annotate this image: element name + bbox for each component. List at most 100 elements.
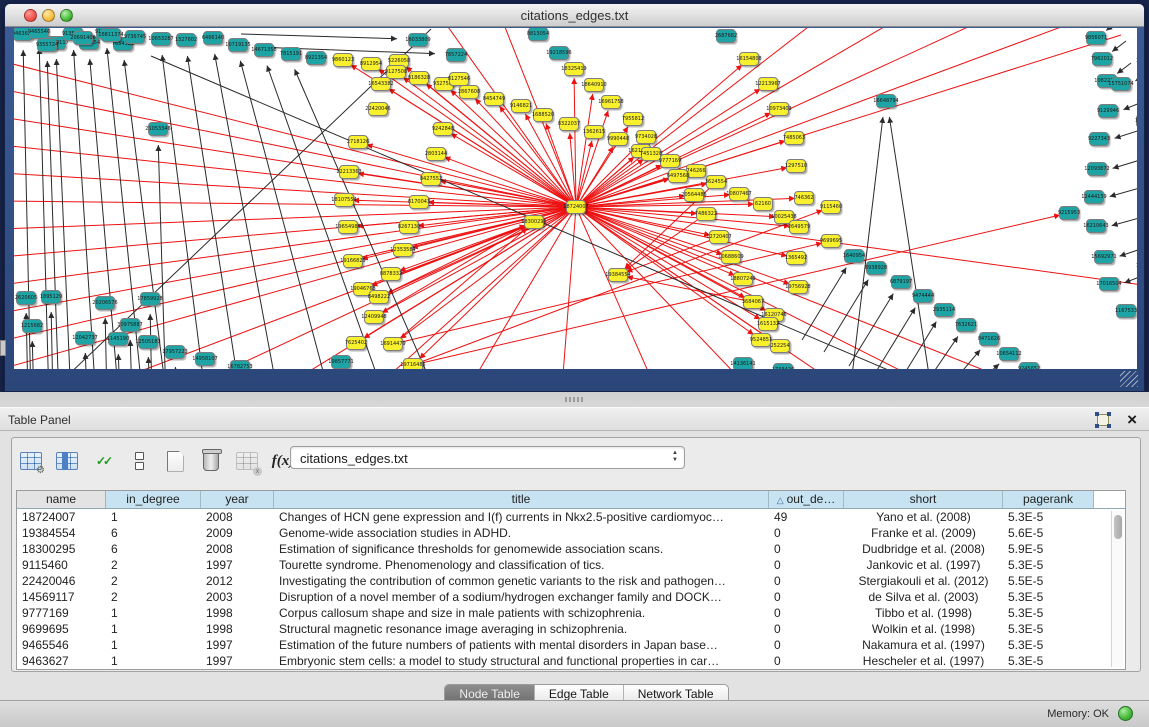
graph-node[interactable]: 9146821 [511,99,531,113]
graph-node[interactable]: 7815191 [281,47,301,61]
graph-node[interactable]: 18325419 [564,62,584,76]
graph-node[interactable]: 7632621 [956,318,976,332]
graph-node[interactable]: 1327602 [176,33,196,47]
graph-node[interactable]: 9215953 [1059,206,1079,220]
graph-node[interactable]: 8127546 [449,72,469,86]
graph-node[interactable]: 14136141 [733,357,753,369]
graph-node[interactable]: 10973403 [769,102,789,116]
graph-node[interactable]: 9860123 [333,53,353,67]
new-column-icon[interactable] [162,448,188,474]
column-header-pagerank[interactable]: pagerank [1003,491,1094,508]
column-header-year[interactable]: year [201,491,274,508]
graph-node[interactable]: 12353584 [393,243,413,257]
table-vertical-scrollbar[interactable] [1111,511,1123,667]
graph-node[interactable]: 16961758 [601,95,621,109]
window-resize-grip[interactable] [1120,371,1138,387]
graph-node[interactable]: 8170043 [409,195,429,209]
graph-node[interactable]: 19166829 [343,254,363,268]
graph-node[interactable]: 746362 [794,191,814,205]
graph-node[interactable]: 17957223 [165,345,185,359]
graph-node[interactable]: 12505183 [138,335,158,349]
graph-node[interactable]: 1215682 [22,319,42,333]
column-header-in-degree[interactable]: in_degree [106,491,201,508]
graph-node[interactable]: 16914479 [383,337,403,351]
graph-node[interactable]: 7486322 [696,207,716,221]
graph-node[interactable]: 20206576 [95,296,115,310]
column-header-name[interactable]: name [17,491,106,508]
graph-node[interactable]: 7857224 [446,48,466,62]
graph-node[interactable]: 19218596 [549,46,569,60]
graph-node[interactable]: 12720407 [709,230,729,244]
graph-node[interactable]: 8912954 [361,57,381,71]
graph-node[interactable]: 19756928 [788,280,808,294]
graph-node[interactable]: 14958107 [195,352,215,366]
graph-node[interactable]: 9129946 [1098,104,1118,118]
graph-node[interactable]: 22420046 [368,102,388,116]
column-header-short[interactable]: short [844,491,1003,508]
graph-node[interactable]: 7955812 [623,112,643,126]
graph-node[interactable]: 12213967 [758,77,778,91]
graph-node[interactable]: 9990448 [608,132,628,146]
graph-node[interactable]: 9355724 [37,38,57,52]
show-columns-icon[interactable] [54,448,80,474]
table-row[interactable]: 977716911998Corpus callosum shape and si… [17,605,1125,621]
graph-node[interactable]: 17859928 [140,292,160,306]
graph-node[interactable]: 18107554 [334,193,354,207]
graph-node[interactable]: 1273403 [1136,114,1137,128]
table-row[interactable]: 2242004622012Investigating the contribut… [17,573,1125,589]
graph-node[interactable]: 8813054 [528,28,548,41]
graph-node[interactable]: 1145190 [108,332,128,346]
graph-node[interactable]: 6466140 [203,31,223,45]
graph-node[interactable]: 20691406 [73,31,93,45]
graph-node[interactable]: 2718126 [348,135,368,149]
graph-node[interactable]: 19384554 [608,268,628,282]
graph-node[interactable]: 9777169 [660,154,680,168]
graph-node[interactable]: 7485063 [784,131,804,145]
graph-node[interactable]: 1365492 [786,251,806,265]
graph-node[interactable]: 1688520 [533,108,553,122]
graph-node[interactable]: 12409948 [364,310,384,324]
graph-node[interactable]: 9474444 [913,289,933,303]
graph-node[interactable]: 8322037 [559,117,579,131]
table-row[interactable]: 946362711997Embryonic stem cells: a mode… [17,653,1125,669]
graph-node[interactable]: 9227343 [1089,132,1109,146]
table-row[interactable]: 911546021997Tourette syndrome. Phenomeno… [17,557,1125,573]
graph-node[interactable]: 1895129 [41,290,61,304]
graph-node[interactable]: 19857771 [331,355,351,369]
clear-selection-icon[interactable] [126,448,152,474]
graph-node[interactable]: 19654985 [338,220,358,234]
graph-node[interactable]: 9115460 [821,200,841,214]
graph-node[interactable]: 10654112 [999,347,1019,361]
graph-node[interactable]: 2935114 [934,303,954,317]
graph-node[interactable]: 1167533 [1116,304,1136,318]
graph-node[interactable]: 19716485 [403,358,423,369]
graph-node[interactable]: 252254 [770,339,790,353]
graph-node[interactable]: 10688609 [721,250,741,264]
graph-node[interactable]: 1362615 [584,125,604,139]
graph-node[interactable]: 62160 [753,197,773,211]
graph-node[interactable]: 8938928 [866,261,886,275]
memory-status-icon[interactable] [1118,706,1133,721]
graph-node[interactable]: 9242848 [433,122,453,136]
delete-column-icon[interactable] [198,448,224,474]
graph-node[interactable]: 16782753 [230,360,250,369]
graph-node[interactable]: 16543382 [371,77,391,91]
graph-node[interactable]: 1297510 [786,159,806,173]
graph-node[interactable]: 16154808 [739,52,759,66]
graph-node[interactable]: 17016504 [1099,277,1119,291]
table-row[interactable]: 1938455462009Genome-wide association stu… [17,525,1125,541]
graph-node[interactable]: 15692971 [1094,250,1114,264]
graph-node[interactable]: 18300295 [524,215,544,229]
graph-node[interactable]: 20564486 [684,188,704,202]
graph-node[interactable]: 10719135 [228,38,248,52]
table-settings-icon[interactable]: ⚙ [18,448,44,474]
graph-node[interactable]: 12093872 [1087,162,1107,176]
graph-node[interactable]: 9524851 [751,333,771,347]
graph-node[interactable]: 18724007 [566,200,586,214]
graph-node[interactable]: 9699695 [821,234,841,248]
graph-node[interactable]: 16033809 [408,33,428,47]
graph-node[interactable]: 6497568 [668,169,688,183]
float-panel-icon[interactable] [1097,414,1109,426]
graph-node[interactable]: 6879197 [891,275,911,289]
column-header-out-degree[interactable]: △out_de… [769,491,844,508]
